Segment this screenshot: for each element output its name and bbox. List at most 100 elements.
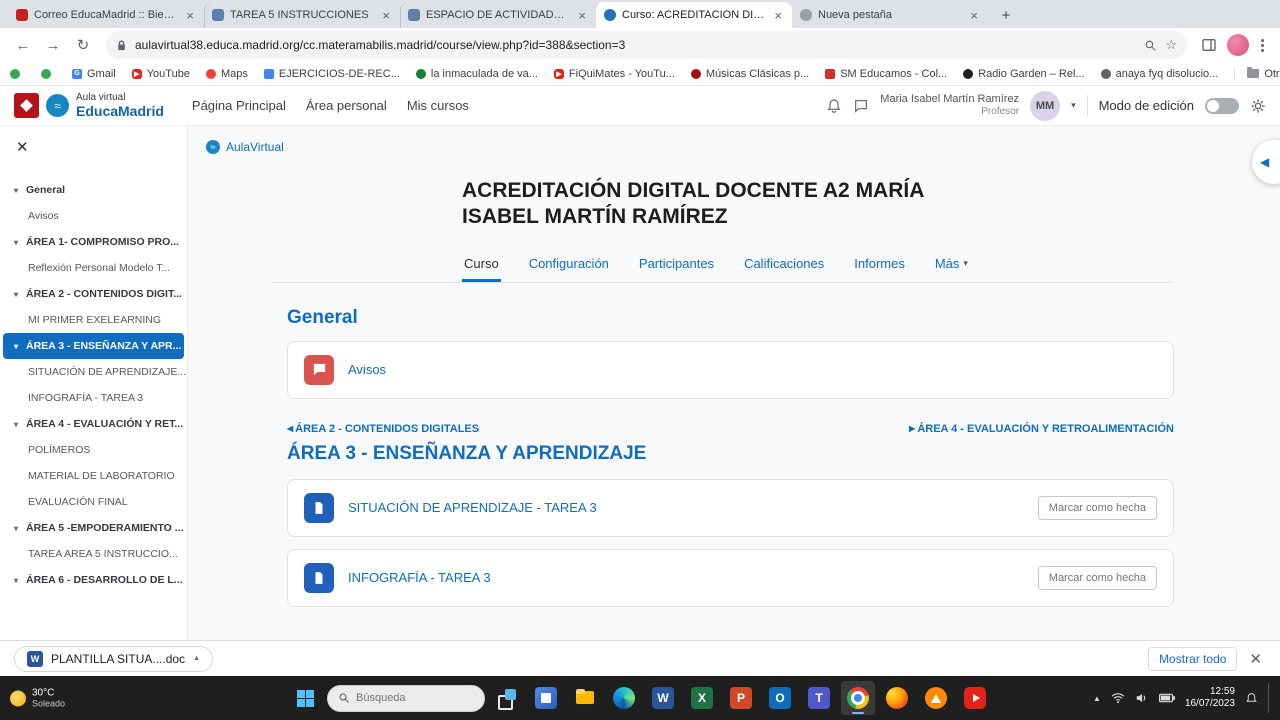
bookmark[interactable]: Maps <box>206 68 248 80</box>
settings-gear-icon[interactable] <box>1250 98 1266 114</box>
excel-button[interactable]: X <box>685 681 719 715</box>
next-section-link[interactable]: ▶ÁREA 4 - EVALUACIÓN Y RETROALIMENTACIÓN <box>909 423 1174 435</box>
course-index-section-active[interactable]: ▾ÁREA 3 - ENSEÑANZA Y APR... <box>3 333 184 359</box>
nav-pagina-principal[interactable]: Página Principal <box>192 98 286 113</box>
course-index-item[interactable]: Reflexión Personal Modelo T... <box>0 255 187 281</box>
tab-configuracion[interactable]: Configuración <box>527 247 611 282</box>
tab-calificaciones[interactable]: Calificaciones <box>742 247 826 282</box>
show-all-downloads-button[interactable]: Mostrar todo <box>1148 647 1237 671</box>
user-avatar[interactable]: MM <box>1030 91 1060 121</box>
bookmark[interactable]: Radio Garden – Rel... <box>963 68 1084 80</box>
edit-mode-toggle[interactable] <box>1205 98 1239 114</box>
course-index-item[interactable]: EVALUACIÓN FINAL <box>0 489 187 515</box>
course-index-item[interactable]: MI PRIMER EXELEARNING <box>0 307 187 333</box>
activity-link[interactable]: Avisos <box>348 362 386 377</box>
teams-button[interactable]: T <box>802 681 836 715</box>
vlc-button[interactable] <box>919 681 953 715</box>
bookmark[interactable]: GGmail <box>72 68 116 80</box>
bookmark[interactable]: Músicas Clásicas p... <box>691 68 809 80</box>
task-view-button[interactable] <box>490 681 524 715</box>
course-index-section[interactable]: ▾General <box>0 177 187 203</box>
browser-profile-avatar[interactable] <box>1227 34 1249 56</box>
bookmark-star-icon[interactable]: ☆ <box>1165 37 1177 53</box>
youtube-button[interactable] <box>958 681 992 715</box>
new-tab-button[interactable]: + <box>994 3 1018 27</box>
course-index-item[interactable]: Avisos <box>0 203 187 229</box>
course-index-item[interactable]: MATERIAL DE LABORATORIO <box>0 463 187 489</box>
hidden-icons-chevron[interactable]: ▲ <box>1093 694 1101 703</box>
close-download-bar-icon[interactable]: ✕ <box>1245 650 1266 668</box>
word-button[interactable]: W <box>646 681 680 715</box>
course-index-item[interactable]: TAREA AREA 5 INSTRUCCIO... <box>0 541 187 567</box>
tab-close-icon[interactable]: × <box>576 8 588 23</box>
taskbar-search[interactable] <box>327 685 485 712</box>
chrome-button-active[interactable] <box>841 681 875 715</box>
tab-close-icon[interactable]: × <box>968 8 980 23</box>
notifications-icon[interactable] <box>1245 692 1258 705</box>
browser-tab[interactable]: ESPACIO DE ACTIVIDADES T5 × <box>400 2 596 28</box>
bookmark[interactable]: EJERCICIOS-DE-REC... <box>264 68 400 80</box>
bookmark[interactable]: anaya fyq disolucio... <box>1101 68 1219 80</box>
tab-informes[interactable]: Informes <box>852 247 907 282</box>
volume-icon[interactable] <box>1135 692 1149 704</box>
show-desktop-button[interactable] <box>1268 683 1272 713</box>
battery-icon[interactable] <box>1159 693 1175 703</box>
download-item[interactable]: W PLANTILLA SITUA....doc ▲ <box>14 646 213 672</box>
messages-icon[interactable] <box>853 98 869 114</box>
browser-tab-active[interactable]: Curso: ACREDITACIÓN DIGITAL D × <box>596 2 792 28</box>
browser-tab[interactable]: Nueva pestaña × <box>792 2 988 28</box>
course-index-section[interactable]: ▾ÁREA 2 - CONTENIDOS DIGIT... <box>0 281 187 307</box>
bookmark[interactable]: la inmaculada de va... <box>416 68 538 80</box>
zoom-icon[interactable] <box>1144 39 1157 52</box>
tab-participantes[interactable]: Participantes <box>637 247 716 282</box>
educamadrid-logo[interactable]: ≈ Aula virtual EducaMadrid <box>14 92 164 119</box>
taskbar-clock[interactable]: 12:59 16/07/2023 <box>1185 686 1235 711</box>
taskbar-search-input[interactable] <box>356 692 466 704</box>
tab-close-icon[interactable]: × <box>184 8 196 23</box>
activity-link[interactable]: INFOGRAFÍA - TAREA 3 <box>348 570 491 585</box>
side-panel-icon[interactable] <box>1201 37 1217 53</box>
tab-close-icon[interactable]: × <box>772 8 784 23</box>
bookmark[interactable]: ▶YouTube <box>132 68 190 80</box>
edge-button[interactable] <box>607 681 641 715</box>
browser-tab[interactable]: Correo EducaMadrid :: Bienvenio × <box>8 2 204 28</box>
user-menu-chevron-icon[interactable]: ▾ <box>1071 100 1076 111</box>
widgets-button[interactable] <box>529 681 563 715</box>
tab-curso[interactable]: Curso <box>462 247 501 282</box>
file-explorer-button[interactable] <box>568 681 602 715</box>
tab-mas[interactable]: Más▾ <box>933 247 970 282</box>
notifications-bell-icon[interactable] <box>826 98 842 114</box>
bookmark[interactable]: ▶FiQuiMates - YouTu... <box>554 68 675 80</box>
nav-area-personal[interactable]: Área personal <box>306 98 387 113</box>
browser-menu-icon[interactable] <box>1259 37 1266 54</box>
weather-widget[interactable]: 30°C Soleado <box>10 688 65 709</box>
firefox-button[interactable] <box>880 681 914 715</box>
course-index-section[interactable]: ▾ÁREA 6 - DESARROLLO DE L... <box>0 567 187 593</box>
other-bookmarks-button[interactable]: Otros marcadores <box>1234 68 1280 80</box>
refresh-button[interactable]: ↻ <box>70 32 96 58</box>
course-index-section[interactable]: ▾ÁREA 4 - EVALUACIÓN Y RET... <box>0 411 187 437</box>
breadcrumb[interactable]: ≈ AulaVirtual <box>188 126 1280 154</box>
address-bar[interactable]: aulavirtual38.educa.madrid.org/cc.matera… <box>106 31 1187 59</box>
bookmark[interactable] <box>41 69 56 79</box>
activity-link[interactable]: SITUACIÓN DE APRENDIZAJE - TAREA 3 <box>348 500 597 515</box>
tab-close-icon[interactable]: × <box>380 8 392 23</box>
prev-section-link[interactable]: ◀ÁREA 2 - CONTENIDOS DIGITALES <box>287 423 479 435</box>
bookmark[interactable] <box>10 69 25 79</box>
wifi-icon[interactable] <box>1111 692 1125 704</box>
powerpoint-button[interactable]: P <box>724 681 758 715</box>
mark-as-done-button[interactable]: Marcar como hecha <box>1038 496 1157 520</box>
mark-as-done-button[interactable]: Marcar como hecha <box>1038 566 1157 590</box>
chevron-up-icon[interactable]: ▲ <box>193 655 200 662</box>
course-index-section[interactable]: ▾ÁREA 1- COMPROMISO PRO... <box>0 229 187 255</box>
close-drawer-icon[interactable]: ✕ <box>0 136 29 156</box>
course-index-item[interactable]: SITUACIÓN DE APRENDIZAJE... <box>0 359 187 385</box>
course-index-section[interactable]: ▾ÁREA 5 -EMPODERAMIENTO ... <box>0 515 187 541</box>
start-button[interactable] <box>288 681 322 715</box>
course-index-item[interactable]: POLÍMEROS <box>0 437 187 463</box>
course-index-item[interactable]: INFOGRAFÍA - TAREA 3 <box>0 385 187 411</box>
browser-tab[interactable]: TAREA 5 INSTRUCCIONES × <box>204 2 400 28</box>
bookmark[interactable]: SM Educamos - Col... <box>825 68 947 80</box>
back-button[interactable]: ← <box>10 32 36 58</box>
forward-button[interactable]: → <box>40 32 66 58</box>
